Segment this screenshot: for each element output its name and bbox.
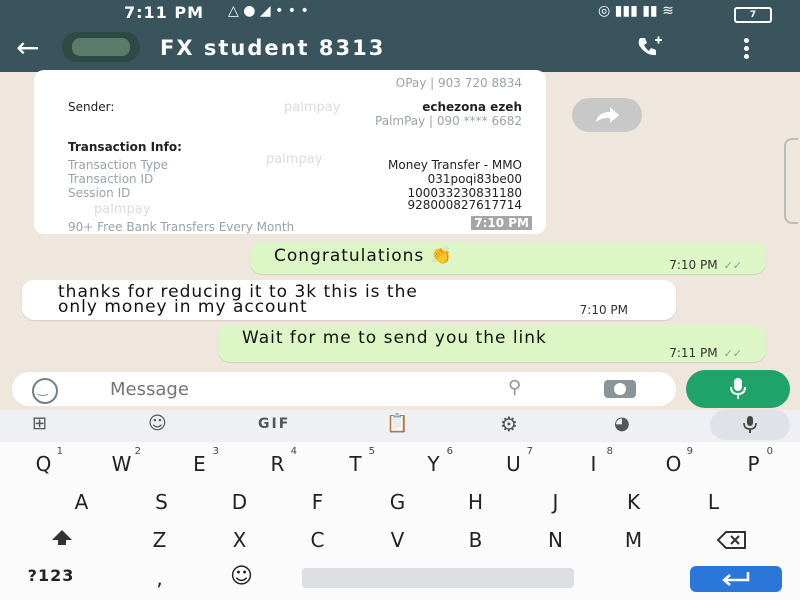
keyboard-toolbar: ⊞ ☺ GIF 📋 ⚙ ◕	[0, 410, 800, 442]
chat-title[interactable]: FX student 8313	[160, 36, 385, 60]
double-check-icon: ✓✓	[723, 347, 742, 360]
more-options-icon[interactable]	[744, 38, 750, 62]
message-meta: 7:11 PM ✓✓	[669, 346, 742, 360]
chat-header: ← FX student 8313	[0, 26, 800, 72]
message-bubble-outgoing[interactable]: Wait for me to send you the link 7:11 PM…	[218, 326, 766, 362]
attachment-icon[interactable]: ⚲	[508, 377, 521, 398]
message-text: only money in my account	[58, 297, 308, 317]
receipt-sender-label: Sender:	[68, 100, 115, 114]
enter-key[interactable]	[690, 566, 782, 592]
key-c[interactable]: C	[298, 528, 338, 552]
receipt-row-value: 031poqi83be00	[427, 172, 522, 186]
status-bar: 7:11 PM △ ● ◢ • • • ◎ ▮▮▮ ▮▮ ≋ 7	[0, 0, 800, 26]
receipt-opay-line: OPay | 903 720 8834	[395, 76, 522, 90]
camera-icon[interactable]	[604, 380, 636, 398]
voice-message-button[interactable]	[686, 370, 790, 408]
watermark: palmpay	[94, 202, 151, 217]
receipt-info-heading: Transaction Info:	[68, 140, 182, 154]
avatar[interactable]	[62, 32, 140, 62]
key-y[interactable]: Y6	[414, 446, 454, 476]
watermark: palmpay	[266, 152, 323, 167]
key-j[interactable]: J	[536, 490, 576, 514]
key-g[interactable]: G	[378, 490, 418, 514]
watermark: palmpay	[284, 100, 341, 115]
message-time: 7:10 PM	[471, 216, 532, 230]
receipt-image[interactable]: palmpay palmpay palmpay OPay | 903 720 8…	[34, 70, 546, 234]
gif-button[interactable]: GIF	[258, 416, 290, 432]
key-o[interactable]: O9	[654, 446, 694, 476]
message-time: 7:11 PM	[669, 346, 718, 360]
receipt-footer: 90+ Free Bank Transfers Every Month	[68, 220, 295, 234]
key-m[interactable]: M	[614, 528, 654, 552]
add-call-icon[interactable]	[636, 36, 662, 64]
clipboard-icon[interactable]: 📋	[386, 413, 408, 434]
message-bubble-outgoing[interactable]: Congratulations 👏 7:10 PM ✓✓	[250, 242, 766, 274]
key-n[interactable]: N	[536, 528, 576, 552]
key-u[interactable]: U7	[494, 446, 534, 476]
key-f[interactable]: F	[298, 490, 338, 514]
comma-key[interactable]: ,	[140, 566, 180, 590]
receipt-row-label: Session ID	[68, 186, 131, 200]
enter-icon	[722, 572, 750, 586]
receipt-row-label: Transaction Type	[68, 158, 169, 172]
signal-icons: ◎ ▮▮▮ ▮▮ ≋	[598, 3, 674, 19]
message-meta: 7:10 PM ✓✓	[669, 258, 742, 272]
status-time: 7:11 PM	[124, 3, 205, 22]
top-bar: 7:11 PM △ ● ◢ • • • ◎ ▮▮▮ ▮▮ ≋ 7 ← FX st…	[0, 0, 800, 72]
edge-panel-handle[interactable]	[784, 138, 798, 224]
space-bar[interactable]	[302, 568, 574, 588]
message-text: Congratulations 👏	[274, 246, 453, 266]
microphone-icon	[730, 378, 746, 399]
key-q[interactable]: Q1	[24, 446, 64, 476]
double-check-icon: ✓✓	[723, 259, 742, 272]
key-i[interactable]: I8	[574, 446, 614, 476]
key-x[interactable]: X	[220, 528, 260, 552]
settings-gear-icon[interactable]: ⚙	[500, 412, 518, 436]
keyboard-voice-button[interactable]	[710, 410, 790, 440]
receipt-row-label: Transaction ID	[68, 172, 154, 186]
forward-icon	[596, 107, 619, 123]
key-k[interactable]: K	[614, 490, 654, 514]
receipt-row-value: Money Transfer - MMO	[388, 158, 522, 172]
receipt-sender-name: echezona ezeh	[422, 100, 522, 114]
message-text: Wait for me to send you the link	[242, 328, 547, 348]
key-area: Q1 W2 E3 R4 T5 Y6 U7 I8 O9 P0 A S D F G …	[0, 442, 800, 600]
key-z[interactable]: Z	[140, 528, 180, 552]
key-a[interactable]: A	[62, 490, 102, 514]
key-v[interactable]: V	[378, 528, 418, 552]
receipt-sender-account: PalmPay | 090 **** 6682	[375, 114, 522, 128]
forward-button[interactable]	[572, 98, 642, 132]
soft-keyboard: ⊞ ☺ GIF 📋 ⚙ ◕ Q1 W2 E3 R4 T5 Y6 U7 I8 O9…	[0, 410, 800, 600]
message-time: 7:10 PM	[669, 258, 718, 272]
message-time: 7:10 PM	[579, 303, 628, 317]
message-bubble-incoming[interactable]: thanks for reducing it to 3k this is the…	[22, 280, 676, 320]
key-r[interactable]: R4	[258, 446, 298, 476]
apps-grid-icon[interactable]: ⊞	[32, 413, 47, 434]
key-d[interactable]: D	[220, 490, 260, 514]
emoji-key-icon[interactable]: ☺	[222, 564, 262, 589]
key-l[interactable]: L	[694, 490, 734, 514]
microphone-icon	[743, 416, 757, 433]
battery-icon: 7	[734, 7, 772, 23]
sticker-icon[interactable]: ☺	[148, 413, 167, 434]
key-b[interactable]: B	[456, 528, 496, 552]
message-input[interactable]	[108, 378, 472, 401]
key-e[interactable]: E3	[180, 446, 220, 476]
key-s[interactable]: S	[142, 490, 182, 514]
key-t[interactable]: T5	[336, 446, 376, 476]
key-h[interactable]: H	[456, 490, 496, 514]
theme-palette-icon[interactable]: ◕	[614, 413, 630, 434]
key-p[interactable]: P0	[734, 446, 774, 476]
emoji-icon[interactable]	[32, 378, 58, 404]
backspace-key-icon[interactable]	[712, 530, 752, 554]
back-arrow-icon[interactable]: ←	[16, 34, 39, 62]
symbols-key[interactable]: ?123	[26, 566, 76, 585]
shift-key-icon[interactable]	[42, 528, 82, 552]
notification-icons: △ ● ◢ • • •	[228, 3, 309, 19]
key-w[interactable]: W2	[102, 446, 142, 476]
receipt-session-cont: 928000827617714	[407, 198, 522, 212]
message-composer: ⚲	[12, 372, 676, 406]
